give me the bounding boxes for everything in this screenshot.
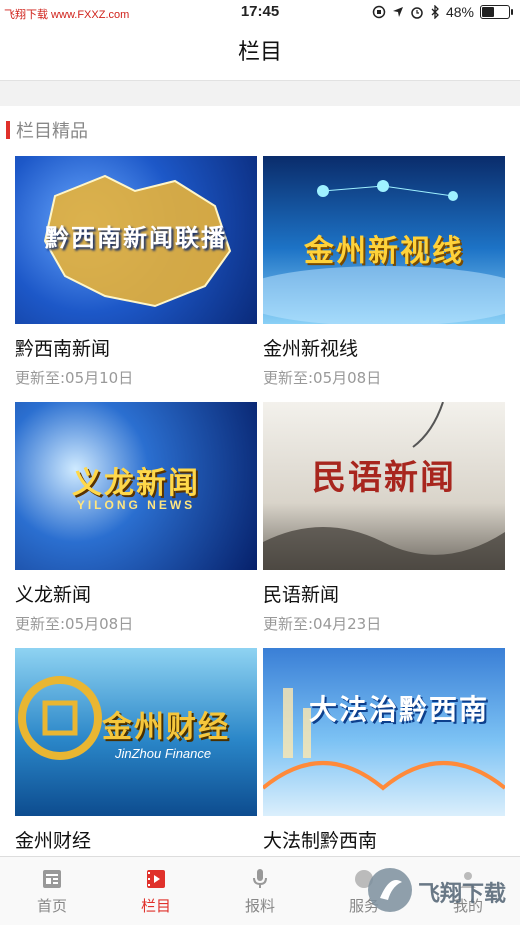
microphone-icon (253, 868, 267, 888)
program-thumbnail[interactable]: 民语新闻 (263, 402, 505, 570)
program-name: 金州新视线 (263, 338, 359, 360)
tab-report[interactable]: 报料 (208, 857, 312, 925)
program-thumbnail[interactable]: 义龙新闻 YILONG NEWS (15, 402, 257, 570)
watermark-logo: 飞翔下载 (362, 860, 512, 920)
status-bar: 飞翔下载 www.FXXZ.com 17:45 48% (0, 0, 520, 26)
news-icon (43, 869, 61, 888)
program-updated: 更新至:05月08日 (263, 369, 382, 387)
thumbnail-title: 义龙新闻 (72, 466, 200, 501)
thumbnail-title: 黔西南新闻联播 (45, 223, 227, 252)
bridge-graphic-icon (263, 688, 505, 791)
battery-percent: 48% (445, 4, 474, 20)
section-title: 栏目精品 (16, 121, 88, 142)
thumbnail-title: 金州财经 (102, 710, 230, 745)
watermark-text: 飞翔下载 (418, 882, 507, 907)
program-card[interactable]: 金州新视线 金州新视线 更新至:05月08日 (263, 156, 505, 388)
program-thumbnail[interactable]: 金州财经 JinZhou Finance (15, 648, 257, 816)
thumbnail-subtitle: JinZhou Finance (115, 746, 212, 761)
program-name: 黔西南新闻 (15, 338, 111, 360)
tab-label: 报料 (244, 896, 275, 915)
tab-columns[interactable]: 栏目 (104, 857, 208, 925)
tab-label: 首页 (36, 896, 67, 915)
program-card[interactable]: 民语新闻 民语新闻 更新至:04月23日 (263, 402, 505, 634)
program-name: 大法制黔西南 (263, 830, 378, 852)
thumbnail-title: 金州新视线 (304, 234, 464, 269)
thumbnail-title: 大法治黔西南 (308, 693, 489, 726)
program-thumbnail[interactable]: 大法治黔西南 (263, 648, 505, 816)
program-card[interactable]: 大法治黔西南 大法制黔西南 (263, 648, 505, 856)
navbar: 栏目 (0, 26, 520, 81)
page-title: 栏目 (237, 40, 282, 65)
program-name: 民语新闻 (263, 584, 340, 606)
program-updated: 更新至:05月08日 (15, 615, 134, 633)
thumbnail-title: 民语新闻 (312, 458, 456, 498)
status-right: 48% (372, 4, 513, 20)
program-updated: 更新至:05月10日 (15, 369, 134, 387)
alarm-icon (411, 7, 423, 19)
lock-rotation-icon (372, 5, 386, 19)
bluetooth-icon (431, 5, 439, 19)
program-card[interactable]: 黔西南新闻联播 黔西南新闻 更新至:05月10日 (15, 156, 257, 388)
battery-icon (480, 5, 513, 19)
video-icon (147, 869, 165, 888)
program-card[interactable]: 金州财经 JinZhou Finance 金州财经 (15, 648, 257, 856)
section-accent-bar (6, 121, 10, 139)
program-card[interactable]: 义龙新闻 YILONG NEWS 义龙新闻 更新至:05月08日 (15, 402, 257, 634)
program-thumbnail[interactable]: 金州新视线 (263, 156, 505, 324)
thumbnail-subtitle: YILONG NEWS (76, 498, 196, 512)
program-thumbnail[interactable]: 黔西南新闻联播 (15, 156, 257, 324)
content-area[interactable]: 栏目精品 黔西南新闻联播 黔西南新闻 更新至:05月10日 金州新视线 金州新视… (0, 106, 520, 856)
program-name: 金州财经 (15, 830, 92, 852)
program-updated: 更新至:04月23日 (263, 615, 382, 633)
location-icon (392, 7, 403, 17)
tab-label: 栏目 (140, 896, 171, 915)
section-header: 栏目精品 (0, 118, 88, 142)
tab-home[interactable]: 首页 (0, 857, 104, 925)
program-name: 义龙新闻 (15, 584, 92, 606)
